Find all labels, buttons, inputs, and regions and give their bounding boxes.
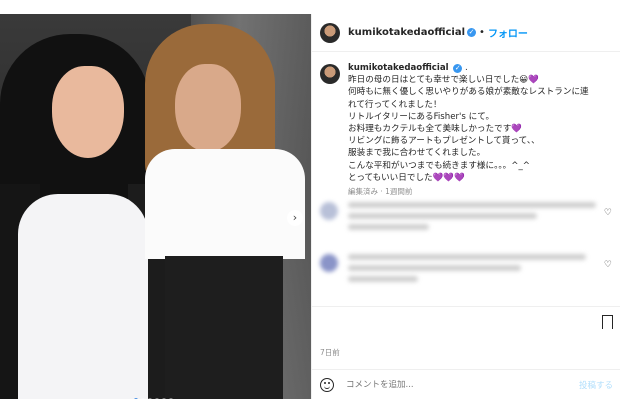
caption-line: お料理もカクテルも全て美味しかったです💜 bbox=[348, 124, 522, 135]
carousel-dot bbox=[148, 398, 152, 399]
username[interactable]: kumikotakedaofficial bbox=[348, 63, 449, 73]
caption-header-line: kumikotakedaofficial ✓ . bbox=[348, 62, 589, 74]
follow-button[interactable]: フォロー bbox=[488, 25, 528, 40]
post-date: 7日前 bbox=[320, 348, 340, 357]
caption-meta: 編集済み · 1週間前 bbox=[348, 187, 413, 197]
verified-badge-icon: ✓ bbox=[453, 64, 463, 73]
face bbox=[52, 66, 124, 158]
username[interactable]: kumikotakedaofficial bbox=[348, 27, 465, 38]
caption-line: こんな平和がいつまでも続きます様に。。。^_^ bbox=[348, 160, 530, 171]
skirt bbox=[165, 256, 283, 399]
post-header: kumikotakedaofficial ✓ • フォロー bbox=[312, 14, 620, 52]
heart-icon[interactable]: ♡ bbox=[604, 208, 612, 218]
bookmark-icon[interactable] bbox=[602, 315, 613, 334]
caption-line: れて行ってくれました！ bbox=[348, 99, 442, 110]
comment-text bbox=[348, 254, 618, 287]
emoji-icon[interactable] bbox=[320, 377, 334, 392]
separator: • bbox=[479, 27, 485, 38]
post-button[interactable]: 投稿する bbox=[579, 379, 613, 391]
caption-line: とってもいい日でした💜💜💜 bbox=[348, 172, 465, 183]
post-sidebar: kumikotakedaofficial ✓ • フォロー kumikotake… bbox=[311, 14, 620, 399]
verified-badge-icon: ✓ bbox=[467, 28, 477, 37]
carousel-dot bbox=[141, 398, 145, 399]
heart-icon[interactable]: ♡ bbox=[604, 260, 612, 270]
caption-line: 服装まで我に合わせてくれました。 bbox=[348, 148, 486, 159]
carousel-dot bbox=[155, 398, 159, 399]
person-right bbox=[145, 24, 311, 399]
avatar[interactable] bbox=[320, 22, 340, 43]
dress bbox=[18, 194, 148, 399]
caption-suffix: . bbox=[465, 63, 468, 73]
caption-line: 昨日の母の日はとても幸せで楽しい日でした😀💜 bbox=[348, 75, 539, 86]
chevron-right-icon[interactable]: › bbox=[287, 210, 303, 226]
caption-line: リトルイタリーにあるFisher's にて。 bbox=[348, 111, 495, 122]
comment-item: ♡ bbox=[320, 254, 618, 287]
carousel-dot bbox=[134, 398, 138, 399]
caption-line: リビングに飾るアートもプレゼントして貰って、、 bbox=[348, 136, 540, 147]
action-bar bbox=[312, 306, 620, 336]
avatar[interactable] bbox=[320, 202, 338, 220]
caption-line: 何時もに無く優しく思いやりがある娘が素敵なレストランに連 bbox=[348, 87, 589, 98]
post-photo[interactable]: › bbox=[0, 14, 311, 399]
caption: kumikotakedaofficial ✓ . 昨日の母の日はとても幸せで楽し… bbox=[320, 62, 615, 198]
comment-item: ♡ bbox=[320, 202, 618, 235]
caption-body: kumikotakedaofficial ✓ . 昨日の母の日はとても幸せで楽し… bbox=[348, 62, 589, 198]
carousel-dot bbox=[162, 398, 166, 399]
carousel-dot bbox=[169, 398, 173, 399]
avatar[interactable] bbox=[320, 254, 338, 272]
comment-composer: 投稿する bbox=[312, 369, 620, 399]
face bbox=[175, 64, 241, 152]
comment-input[interactable] bbox=[346, 379, 579, 390]
avatar[interactable] bbox=[320, 64, 340, 84]
comment-text bbox=[348, 202, 618, 235]
person-left bbox=[0, 34, 168, 399]
carousel-dots bbox=[134, 398, 173, 399]
shirt bbox=[145, 149, 305, 259]
